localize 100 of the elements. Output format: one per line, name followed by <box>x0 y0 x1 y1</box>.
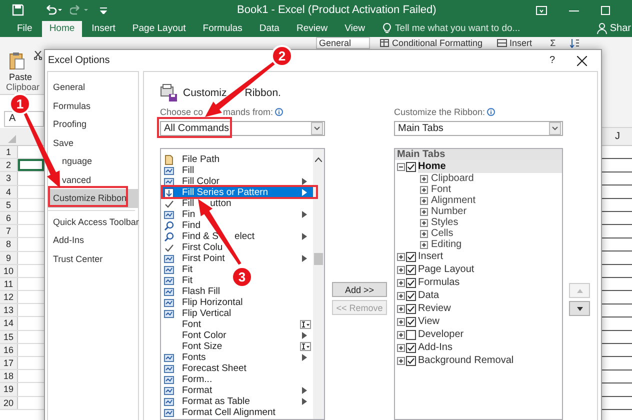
command-item[interactable]: Format <box>161 385 313 396</box>
nav-item[interactable]: Add-Ins <box>48 231 138 250</box>
help-button[interactable]: ? <box>549 55 555 66</box>
nav-item[interactable]: General <box>48 78 138 96</box>
row-number[interactable]: 9 <box>0 252 18 264</box>
ribbon-tab[interactable]: Insert <box>84 21 122 37</box>
row-number[interactable]: 6 <box>0 212 18 224</box>
tree-item[interactable]: Clipboard <box>431 173 474 184</box>
table-format-icon[interactable] <box>380 39 389 47</box>
row-number[interactable]: 17 <box>0 357 18 370</box>
expander-icon[interactable] <box>397 304 405 312</box>
number-format-dropdown[interactable]: General <box>316 37 370 49</box>
nav-item[interactable]: Save <box>48 134 138 152</box>
nav-item[interactable]: nguage <box>48 152 138 170</box>
command-item[interactable]: File Path <box>161 154 220 165</box>
active-cell[interactable] <box>18 159 44 172</box>
tree-item[interactable]: Number <box>431 206 467 217</box>
insert-button[interactable]: Insert <box>510 38 532 48</box>
command-item[interactable]: Format Cell Alignment <box>161 407 276 418</box>
tree-item[interactable]: Developer <box>418 328 562 341</box>
ribbon-tab[interactable]: View <box>338 21 372 37</box>
expander-icon[interactable] <box>397 356 405 364</box>
autosum-button[interactable]: Σ <box>550 38 556 48</box>
row-number[interactable]: 10 <box>0 264 18 277</box>
commands-dropdown[interactable]: All Commands <box>160 121 325 136</box>
expander-icon[interactable] <box>420 196 428 204</box>
tree-item[interactable]: Home <box>418 160 562 173</box>
ribbon-display-icon[interactable] <box>536 6 547 14</box>
row-number[interactable]: 4 <box>0 186 18 198</box>
checkbox[interactable] <box>406 304 416 314</box>
command-item[interactable]: Font <box>161 319 313 330</box>
checkbox[interactable] <box>406 252 416 262</box>
command-item[interactable]: Form... <box>161 374 212 385</box>
info-icon[interactable] <box>275 108 284 116</box>
row-number[interactable]: 5 <box>0 198 18 211</box>
command-item[interactable]: Forecast Sheet <box>161 363 246 374</box>
tree-item[interactable]: Background Removal <box>418 354 562 367</box>
ribbon-tab[interactable]: Data <box>252 21 286 37</box>
nav-item[interactable]: Trust Center <box>48 250 138 268</box>
expander-icon[interactable] <box>420 218 428 226</box>
row-number[interactable]: 18 <box>0 370 18 382</box>
command-item[interactable]: Find & S elect <box>161 231 313 242</box>
expander-icon[interactable] <box>420 186 428 194</box>
command-item[interactable]: First Point <box>161 253 313 264</box>
maximize-icon[interactable] <box>601 6 610 14</box>
expander-icon[interactable] <box>420 230 428 238</box>
expander-icon[interactable] <box>420 174 428 182</box>
save-icon[interactable] <box>12 4 24 16</box>
expander-icon[interactable] <box>397 292 405 300</box>
command-item[interactable]: Fonts <box>161 352 313 363</box>
row-number[interactable]: 11 <box>0 278 18 290</box>
expander-icon[interactable] <box>397 318 405 326</box>
ribbon-tab[interactable]: Home <box>42 21 82 37</box>
column-header[interactable]: J <box>602 128 632 146</box>
undo-icon[interactable] <box>44 5 62 15</box>
ribbon-tab[interactable]: Review <box>289 21 335 37</box>
ribbon-tab[interactable]: Formulas <box>196 21 250 37</box>
move-down-button[interactable] <box>569 301 590 316</box>
tree-item[interactable]: Styles <box>431 217 458 228</box>
command-item[interactable]: Flip Horizontal <box>161 297 243 308</box>
command-item[interactable]: Format as Table <box>161 396 313 407</box>
nav-item[interactable]: Proofing <box>48 115 138 134</box>
expander-icon[interactable] <box>397 278 405 286</box>
command-item[interactable]: Fin <box>161 209 313 220</box>
ribbon-tab[interactable]: Page Layout <box>125 21 193 37</box>
commands-list[interactable] <box>160 148 325 420</box>
expander-icon[interactable] <box>397 162 405 170</box>
scroll-up-icon[interactable] <box>315 157 322 162</box>
row-number[interactable]: 1 <box>0 146 18 158</box>
command-item[interactable]: Fill utton <box>161 198 232 209</box>
expander-icon[interactable] <box>420 208 428 216</box>
nav-item[interactable]: vanced <box>48 170 138 189</box>
command-item[interactable]: Fit <box>161 264 193 275</box>
tree-item[interactable]: Cells <box>431 228 454 239</box>
row-number[interactable]: 2 <box>0 159 18 172</box>
tree-item[interactable]: Add-Ins <box>418 341 562 354</box>
insert-cells-icon[interactable] <box>496 39 507 47</box>
command-item[interactable]: Fit <box>161 275 193 286</box>
ribbon-tab[interactable]: File <box>10 21 40 37</box>
checkbox[interactable] <box>406 316 416 326</box>
tree-item[interactable]: Data <box>418 289 562 302</box>
expander-icon[interactable] <box>397 344 405 352</box>
command-item[interactable]: Flash Fill <box>161 286 220 297</box>
list-button[interactable]: Add >> <box>332 282 387 297</box>
scissors-icon[interactable] <box>34 51 42 60</box>
tree-item[interactable]: Formulas <box>418 276 562 289</box>
tree-item[interactable]: Insert <box>418 250 562 263</box>
command-item[interactable]: Font Color <box>161 330 313 341</box>
row-number[interactable]: 20 <box>0 396 18 409</box>
close-icon[interactable] <box>577 56 587 66</box>
expander-icon[interactable] <box>397 266 405 274</box>
tabs-dropdown[interactable]: Main Tabs <box>394 121 563 136</box>
checkbox[interactable] <box>406 330 416 340</box>
checkbox[interactable] <box>406 356 416 366</box>
command-item[interactable]: Find <box>161 220 200 231</box>
checkbox[interactable] <box>406 290 416 300</box>
command-item[interactable]: Font Size <box>161 341 313 352</box>
person-icon[interactable] <box>596 23 607 34</box>
nav-item[interactable]: Formulas <box>48 96 138 115</box>
info-icon[interactable] <box>487 108 496 116</box>
